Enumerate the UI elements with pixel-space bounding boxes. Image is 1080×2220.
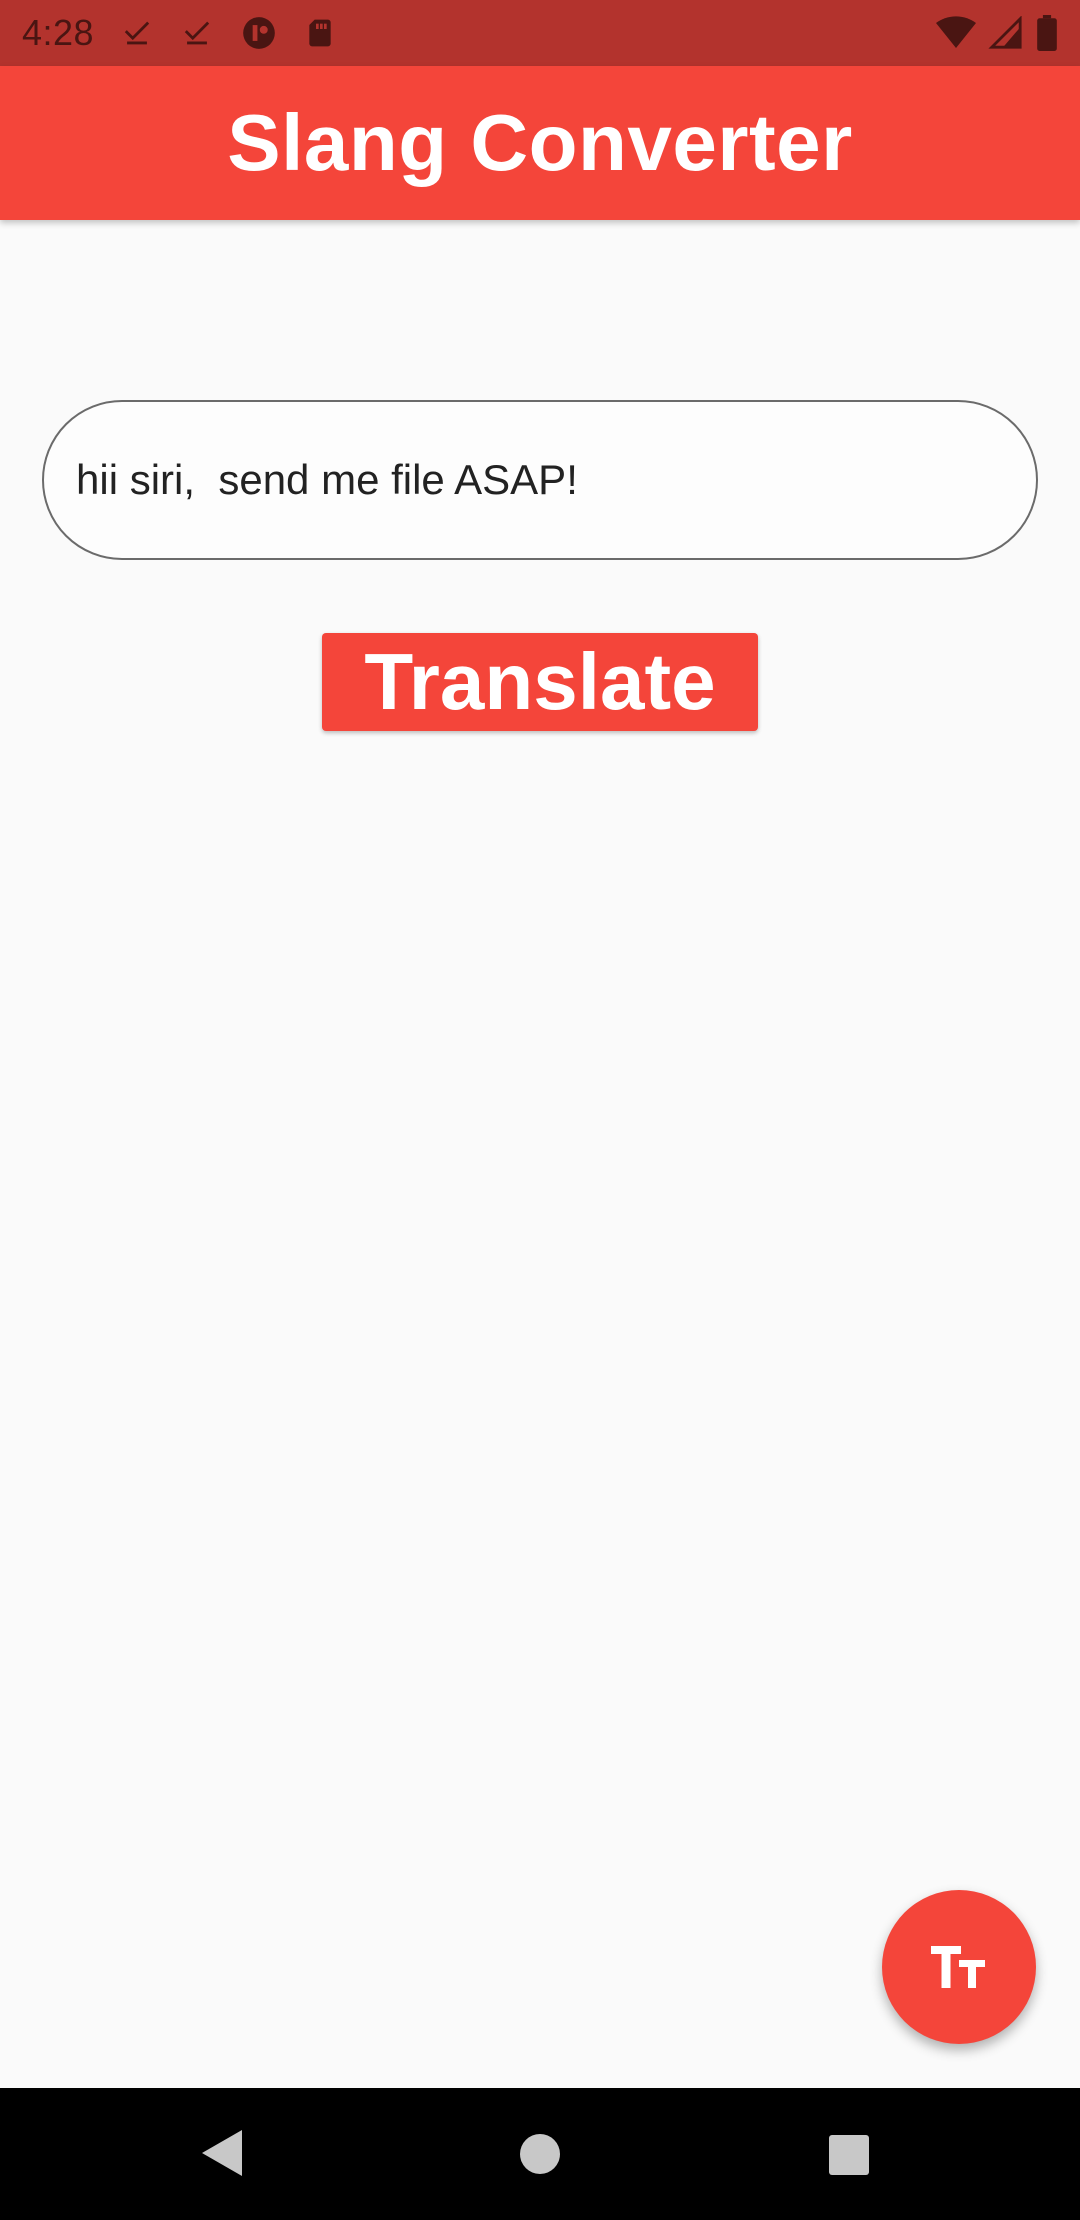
text-size-icon	[931, 1946, 985, 1988]
download-done-icon	[120, 16, 154, 50]
wifi-icon	[936, 16, 976, 50]
slang-input-field[interactable]	[42, 400, 1038, 560]
sd-card-icon	[304, 16, 336, 50]
home-button[interactable]	[518, 2132, 562, 2176]
screen: 4:28 Slang Converter hii siri, send me f…	[0, 0, 1080, 2220]
translate-button[interactable]: Translate	[322, 633, 758, 731]
battery-icon	[1036, 15, 1058, 51]
cell-signal-icon	[988, 16, 1024, 50]
app-title: Slang Converter	[227, 98, 853, 187]
back-button[interactable]	[198, 2128, 244, 2178]
home-icon	[520, 2134, 560, 2174]
recents-icon	[829, 2135, 869, 2175]
status-right	[936, 15, 1058, 51]
recents-button[interactable]	[828, 2134, 870, 2176]
status-bar: 4:28	[0, 0, 1080, 66]
download-done-icon	[180, 16, 214, 50]
slang-input[interactable]	[76, 456, 1004, 504]
status-time: 4:28	[22, 12, 95, 53]
back-icon	[202, 2130, 242, 2176]
app-notification-icon	[240, 14, 278, 52]
nav-bar	[0, 2088, 1080, 2220]
text-size-fab[interactable]	[882, 1890, 1036, 2044]
app-bar: Slang Converter	[0, 66, 1080, 220]
status-left: 4:28	[22, 12, 336, 54]
